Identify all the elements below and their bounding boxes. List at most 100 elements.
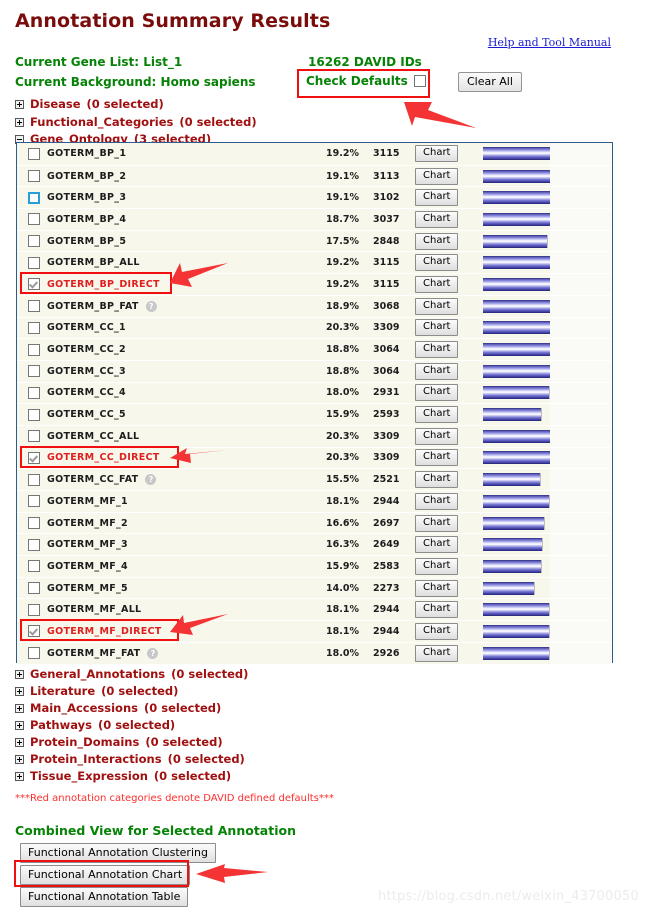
term-checkbox[interactable] xyxy=(28,647,40,660)
row-chart-button[interactable]: Chart xyxy=(415,384,459,402)
table-row[interactable]: GOTERM_BP_2 19.1% 3113 Chart xyxy=(17,164,612,187)
term-checkbox[interactable] xyxy=(28,603,40,616)
row-chart-button[interactable]: Chart xyxy=(415,622,459,640)
term-checkbox[interactable] xyxy=(28,560,40,573)
category-row-tissue-expression[interactable]: Tissue_Expression (0 selected) xyxy=(15,769,231,783)
row-chart-button[interactable]: Chart xyxy=(415,145,459,163)
row-chart-button[interactable]: Chart xyxy=(415,275,459,293)
table-row[interactable]: GOTERM_BP_1 19.2% 3115 Chart xyxy=(17,143,612,165)
term-checkbox[interactable] xyxy=(28,278,40,291)
table-row[interactable]: GOTERM_MF_3 16.3% 2649 Chart xyxy=(17,533,612,556)
category-row-general-annotations[interactable]: General_Annotations (0 selected) xyxy=(15,667,248,681)
table-row[interactable]: GOTERM_MF_FAT? 18.0% 2926 Chart xyxy=(17,641,612,664)
category-row-protein-domains[interactable]: Protein_Domains (0 selected) xyxy=(15,735,223,749)
table-row[interactable]: GOTERM_CC_ALL 20.3% 3309 Chart xyxy=(17,424,612,447)
expand-plus-icon[interactable] xyxy=(15,771,24,781)
row-chart-button[interactable]: Chart xyxy=(415,254,459,272)
table-row[interactable]: GOTERM_MF_5 14.0% 2273 Chart xyxy=(17,576,612,599)
help-and-tool-manual-link[interactable]: Help and Tool Manual xyxy=(488,36,611,49)
row-chart-button[interactable]: Chart xyxy=(415,514,459,532)
term-checkbox[interactable] xyxy=(28,625,40,638)
row-chart-button[interactable]: Chart xyxy=(415,471,459,489)
row-chart-button[interactable]: Chart xyxy=(415,341,459,359)
table-row[interactable]: GOTERM_BP_ALL 19.2% 3115 Chart xyxy=(17,251,612,274)
table-row[interactable]: GOTERM_CC_3 18.8% 3064 Chart xyxy=(17,359,612,382)
table-row[interactable]: GOTERM_BP_5 17.5% 2848 Chart xyxy=(17,229,612,252)
category-row-main-accessions[interactable]: Main_Accessions (0 selected) xyxy=(15,701,221,715)
category-row-disease[interactable]: Disease (0 selected) xyxy=(15,97,164,111)
row-chart-button[interactable]: Chart xyxy=(415,427,459,445)
expand-plus-icon[interactable] xyxy=(15,703,24,713)
table-row[interactable]: GOTERM_CC_5 15.9% 2593 Chart xyxy=(17,403,612,425)
table-row[interactable]: GOTERM_BP_4 18.7% 3037 Chart xyxy=(17,208,612,230)
term-checkbox[interactable] xyxy=(28,213,40,226)
term-checkbox[interactable] xyxy=(28,451,40,464)
term-checkbox[interactable] xyxy=(28,343,40,356)
row-chart-button[interactable]: Chart xyxy=(415,232,459,250)
term-checkbox[interactable] xyxy=(28,191,40,204)
expand-plus-icon[interactable] xyxy=(15,99,24,109)
term-checkbox[interactable] xyxy=(28,582,40,595)
category-row-literature[interactable]: Literature (0 selected) xyxy=(15,684,178,698)
functional-annotation-chart-button[interactable]: Functional Annotation Chart xyxy=(20,865,191,885)
chart-button-cell: Chart xyxy=(415,210,483,228)
clear-all-button[interactable]: Clear All xyxy=(458,72,522,92)
term-checkbox[interactable] xyxy=(28,256,40,269)
category-row-functional-categories[interactable]: Functional_Categories (0 selected) xyxy=(15,115,257,129)
table-row[interactable]: GOTERM_BP_FAT? 18.9% 3068 Chart xyxy=(17,294,612,317)
row-chart-button[interactable]: Chart xyxy=(415,362,459,380)
row-chart-button[interactable]: Chart xyxy=(415,319,459,337)
functional-annotation-table-button[interactable]: Functional Annotation Table xyxy=(20,887,189,907)
category-row-pathways[interactable]: Pathways (0 selected) xyxy=(15,718,175,732)
table-row[interactable]: GOTERM_MF_4 15.9% 2583 Chart xyxy=(17,555,612,577)
question-mark-icon[interactable]: ? xyxy=(147,647,159,659)
row-chart-button[interactable]: Chart xyxy=(415,644,459,662)
term-checkbox[interactable] xyxy=(28,538,40,551)
term-checkbox[interactable] xyxy=(28,430,40,443)
row-chart-button[interactable]: Chart xyxy=(415,297,459,315)
row-chart-button[interactable]: Chart xyxy=(415,492,459,510)
row-chart-button[interactable]: Chart xyxy=(415,557,459,575)
table-row[interactable]: GOTERM_CC_FAT? 15.5% 2521 Chart xyxy=(17,468,612,490)
term-checkbox[interactable] xyxy=(28,170,40,183)
term-checkbox[interactable] xyxy=(28,365,40,378)
question-mark-icon[interactable]: ? xyxy=(145,474,157,486)
question-mark-icon[interactable]: ? xyxy=(145,300,157,312)
term-checkbox[interactable] xyxy=(28,495,40,508)
check-defaults-checkbox[interactable] xyxy=(413,75,426,87)
term-checkbox[interactable] xyxy=(28,386,40,399)
row-chart-button[interactable]: Chart xyxy=(415,449,459,467)
expand-plus-icon[interactable] xyxy=(15,754,24,764)
row-chart-button[interactable]: Chart xyxy=(415,536,459,554)
table-row[interactable]: GOTERM_BP_3 19.1% 3102 Chart xyxy=(17,186,612,209)
table-row[interactable]: GOTERM_MF_2 16.6% 2697 Chart xyxy=(17,511,612,534)
expand-plus-icon[interactable] xyxy=(15,720,24,730)
table-row[interactable]: GOTERM_CC_4 18.0% 2931 Chart xyxy=(17,381,612,404)
term-checkbox[interactable] xyxy=(28,300,40,313)
term-checkbox[interactable] xyxy=(28,473,40,486)
expand-plus-icon[interactable] xyxy=(15,737,24,747)
functional-annotation-clustering-button[interactable]: Functional Annotation Clustering xyxy=(20,843,216,863)
expand-plus-icon[interactable] xyxy=(15,686,24,696)
row-chart-button[interactable]: Chart xyxy=(415,189,459,207)
table-row[interactable]: GOTERM_CC_1 20.3% 3309 Chart xyxy=(17,316,612,339)
term-checkbox[interactable] xyxy=(28,408,40,421)
row-chart-button[interactable]: Chart xyxy=(415,210,459,228)
row-chart-button[interactable]: Chart xyxy=(415,406,459,424)
table-row[interactable]: GOTERM_MF_ALL 18.1% 2944 Chart xyxy=(17,598,612,621)
term-checkbox[interactable] xyxy=(28,321,40,334)
table-row[interactable]: GOTERM_BP_DIRECT 19.2% 3115 Chart xyxy=(17,273,612,295)
expand-plus-icon[interactable] xyxy=(15,117,24,127)
term-checkbox[interactable] xyxy=(28,517,40,530)
term-checkbox[interactable] xyxy=(28,235,40,248)
category-row-protein-interactions[interactable]: Protein_Interactions (0 selected) xyxy=(15,752,245,766)
expand-plus-icon[interactable] xyxy=(15,669,24,679)
table-row[interactable]: GOTERM_MF_DIRECT 18.1% 2944 Chart xyxy=(17,620,612,642)
row-chart-button[interactable]: Chart xyxy=(415,601,459,619)
term-checkbox[interactable] xyxy=(28,147,40,160)
row-chart-button[interactable]: Chart xyxy=(415,579,459,597)
table-row[interactable]: GOTERM_MF_1 18.1% 2944 Chart xyxy=(17,490,612,512)
table-row[interactable]: GOTERM_CC_2 18.8% 3064 Chart xyxy=(17,338,612,360)
table-row[interactable]: GOTERM_CC_DIRECT 20.3% 3309 Chart xyxy=(17,446,612,469)
row-chart-button[interactable]: Chart xyxy=(415,167,459,185)
